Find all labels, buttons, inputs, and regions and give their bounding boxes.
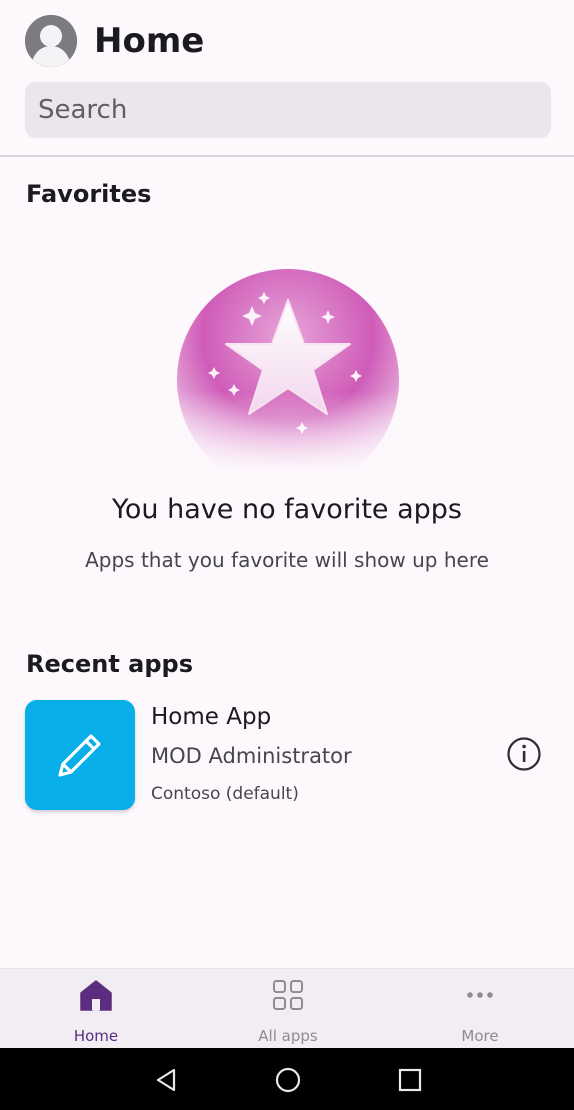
header: Home [0, 0, 574, 155]
app-name[interactable]: Home App [151, 704, 271, 730]
star-illustration-icon [172, 269, 404, 472]
home-icon [80, 980, 112, 1011]
more-icon [467, 992, 493, 998]
back-icon[interactable] [152, 1066, 180, 1094]
nav-label-more: More [461, 1027, 499, 1045]
recent-apps-title: Recent apps [26, 650, 194, 678]
search-box[interactable] [25, 82, 551, 138]
home-screen: Home Favorites [0, 0, 574, 1110]
nav-label-all-apps: All apps [258, 1027, 318, 1045]
grid-icon [273, 980, 303, 1010]
empty-state-subtitle: Apps that you favorite will show up here [85, 548, 489, 572]
user-icon [25, 15, 77, 67]
recents-icon[interactable] [396, 1066, 424, 1094]
header-divider [0, 155, 574, 157]
home-circle-icon[interactable] [274, 1066, 302, 1094]
empty-state-title: You have no favorite apps [112, 494, 462, 525]
avatar[interactable] [25, 15, 77, 67]
app-tile[interactable] [25, 700, 135, 810]
info-icon[interactable] [506, 736, 542, 772]
nav-item-all-apps[interactable]: All apps [192, 969, 384, 1049]
app-environment: Contoso (default) [151, 784, 299, 804]
favorites-title: Favorites [26, 180, 152, 208]
bottom-navigation: Home All apps More [0, 968, 574, 1048]
system-navigation-bar [0, 1048, 574, 1110]
page-title: Home [94, 21, 205, 61]
pencil-icon [58, 734, 101, 777]
nav-item-more[interactable]: More [384, 969, 574, 1049]
nav-label-home: Home [73, 1027, 119, 1045]
nav-item-home[interactable]: Home [0, 969, 192, 1049]
app-owner: MOD Administrator [151, 744, 352, 768]
search-input[interactable] [25, 82, 551, 138]
recent-app-item[interactable]: Home App MOD Administrator Contoso (defa… [0, 696, 574, 814]
